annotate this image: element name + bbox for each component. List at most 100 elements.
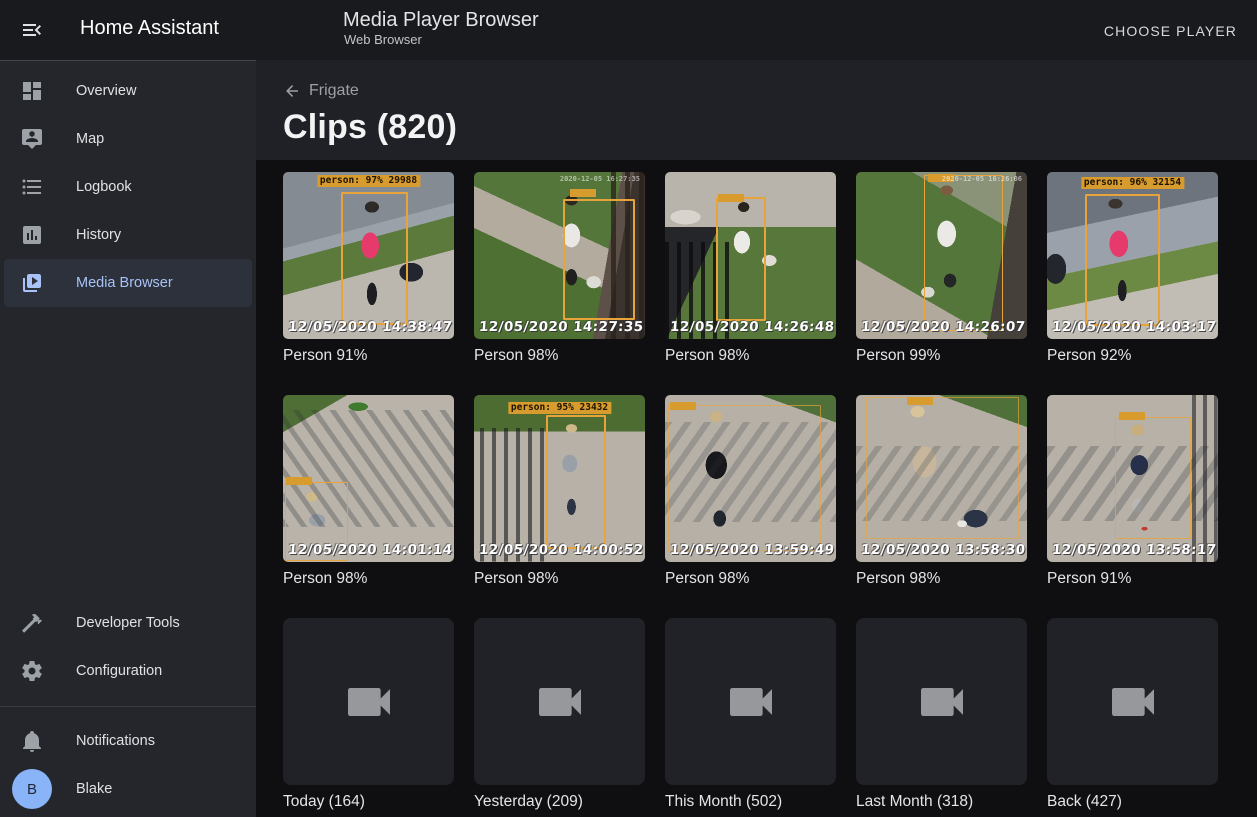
sidebar-item-configuration[interactable]: Configuration xyxy=(0,647,256,695)
folder-label: This Month (502) xyxy=(665,793,836,811)
page-title: Clips (820) xyxy=(283,108,457,147)
detection-label-chip: person: 97% 29988 xyxy=(317,175,420,187)
hammer-icon xyxy=(20,611,44,635)
folder-tile-today[interactable]: Today (164) xyxy=(283,618,454,811)
clip-thumbnail: 2020-12-05 16:26:06 12/05/2020 14:26:07 xyxy=(856,172,1027,339)
detection-label-chip xyxy=(570,189,596,197)
sidebar-item-logbook[interactable]: Logbook xyxy=(0,163,256,211)
clip-thumbnail: 12/05/2020 14:01:14 xyxy=(283,395,454,562)
clip-tile[interactable]: person: 96% 32154 12/05/2020 14:03:17 Pe… xyxy=(1047,172,1218,365)
sidebar-item-notifications[interactable]: Notifications xyxy=(0,717,256,765)
detection-label-chip xyxy=(670,402,696,410)
clip-tile[interactable]: person: 95% 23432 12/05/2020 14:00:52 Pe… xyxy=(474,395,645,588)
clip-thumbnail: 2020-12-05 16:27:35 12/05/2020 14:27:35 xyxy=(474,172,645,339)
clip-tile[interactable]: 12/05/2020 13:58:30 Person 98% xyxy=(856,395,1027,588)
detection-bounding-box xyxy=(341,192,408,325)
folder-tile-back[interactable]: Back (427) xyxy=(1047,618,1218,811)
sidebar-item-label: Configuration xyxy=(76,663,162,679)
folder-label: Yesterday (209) xyxy=(474,793,645,811)
clip-timestamp-overlay: 12/05/2020 14:00:52 xyxy=(478,542,644,558)
folder-thumbnail xyxy=(283,618,454,785)
clip-timestamp-overlay: 12/05/2020 13:58:30 xyxy=(860,542,1026,558)
detection-label-chip: person: 96% 32154 xyxy=(1081,177,1184,189)
breadcrumb-back-frigate[interactable]: Frigate xyxy=(283,82,359,100)
camera-osd-timestamp: 2020-12-05 16:26:06 xyxy=(942,175,1022,183)
detection-bounding-box xyxy=(866,397,1018,539)
clip-thumbnail: person: 95% 23432 12/05/2020 14:00:52 xyxy=(474,395,645,562)
clip-label: Person 98% xyxy=(665,570,836,588)
folder-tile-this-month[interactable]: This Month (502) xyxy=(665,618,836,811)
tooltip-account-icon xyxy=(20,127,44,151)
app-top-bar: Home Assistant Media Player Browser Web … xyxy=(0,0,1257,60)
menu-open-icon[interactable] xyxy=(20,18,44,42)
clip-thumbnail: 12/05/2020 14:26:48 xyxy=(665,172,836,339)
folder-label: Last Month (318) xyxy=(856,793,1027,811)
folder-thumbnail xyxy=(1047,618,1218,785)
clip-label: Person 91% xyxy=(1047,570,1218,588)
clip-tile[interactable]: 12/05/2020 14:01:14 Person 98% xyxy=(283,395,454,588)
detection-bounding-box xyxy=(563,199,635,320)
clip-tile[interactable]: 2020-12-05 16:26:06 12/05/2020 14:26:07 … xyxy=(856,172,1027,365)
clip-timestamp-overlay: 12/05/2020 14:38:47 xyxy=(287,319,453,335)
sidebar-item-map[interactable]: Map xyxy=(0,115,256,163)
sidebar-secondary-nav: Developer Tools Configuration xyxy=(0,599,256,695)
folder-thumbnail xyxy=(474,618,645,785)
video-camera-icon xyxy=(341,674,397,730)
detection-bounding-box xyxy=(716,197,766,321)
sidebar-item-developer-tools[interactable]: Developer Tools xyxy=(0,599,256,647)
folder-label: Back (427) xyxy=(1047,793,1218,811)
cog-icon xyxy=(20,659,44,683)
format-list-bulleted-icon xyxy=(20,175,44,199)
chart-box-icon xyxy=(20,223,44,247)
sidebar-item-media-browser[interactable]: Media Browser xyxy=(4,259,252,307)
detection-bounding-box xyxy=(546,415,606,549)
clip-tile[interactable]: 12/05/2020 13:58:17 Person 91% xyxy=(1047,395,1218,588)
clip-thumbnail: person: 96% 32154 12/05/2020 14:03:17 xyxy=(1047,172,1218,339)
clip-label: Person 98% xyxy=(283,570,454,588)
detection-label-chip xyxy=(286,477,312,485)
sidebar-item-label: History xyxy=(76,227,121,243)
page-subtitle: Web Browser xyxy=(344,32,422,47)
clip-label: Person 98% xyxy=(856,570,1027,588)
clip-timestamp-overlay: 12/05/2020 14:27:35 xyxy=(478,319,644,335)
clip-label: Person 91% xyxy=(283,347,454,365)
clip-tile[interactable]: person: 97% 29988 12/05/2020 14:38:47 Pe… xyxy=(283,172,454,365)
media-grid: person: 97% 29988 12/05/2020 14:38:47 Pe… xyxy=(283,172,1257,811)
clip-timestamp-overlay: 12/05/2020 14:26:48 xyxy=(669,319,835,335)
clip-thumbnail: 12/05/2020 13:58:30 xyxy=(856,395,1027,562)
sidebar-item-user-profile[interactable]: B Blake xyxy=(0,765,256,813)
sidebar-item-label: Notifications xyxy=(76,733,155,749)
breadcrumb-label: Frigate xyxy=(309,82,359,100)
sidebar-item-label: Media Browser xyxy=(76,275,173,291)
sidebar-divider xyxy=(0,706,256,707)
clip-label: Person 98% xyxy=(474,570,645,588)
clip-label: Person 99% xyxy=(856,347,1027,365)
clip-tile[interactable]: 2020-12-05 16:27:35 12/05/2020 14:27:35 … xyxy=(474,172,645,365)
sidebar-item-history[interactable]: History xyxy=(0,211,256,259)
video-camera-icon xyxy=(914,674,970,730)
folder-label: Today (164) xyxy=(283,793,454,811)
detection-bounding-box xyxy=(668,405,820,551)
clip-tile[interactable]: 12/05/2020 14:26:48 Person 98% xyxy=(665,172,836,365)
sidebar-footer: Notifications B Blake xyxy=(0,706,256,813)
app-title: Home Assistant xyxy=(80,17,219,40)
folder-tile-yesterday[interactable]: Yesterday (209) xyxy=(474,618,645,811)
sidebar-item-overview[interactable]: Overview xyxy=(0,67,256,115)
sidebar-item-label: Developer Tools xyxy=(76,615,180,631)
folder-tile-last-month[interactable]: Last Month (318) xyxy=(856,618,1027,811)
clip-tile[interactable]: 12/05/2020 13:59:49 Person 98% xyxy=(665,395,836,588)
clip-thumbnail: person: 97% 29988 12/05/2020 14:38:47 xyxy=(283,172,454,339)
folder-thumbnail xyxy=(856,618,1027,785)
clip-thumbnail: 12/05/2020 13:58:17 xyxy=(1047,395,1218,562)
clip-thumbnail: 12/05/2020 13:59:49 xyxy=(665,395,836,562)
detection-label-chip xyxy=(718,194,744,202)
bell-icon xyxy=(20,729,44,753)
video-camera-icon xyxy=(1105,674,1161,730)
view-dashboard-icon xyxy=(20,79,44,103)
clip-timestamp-overlay: 12/05/2020 14:03:17 xyxy=(1051,319,1217,335)
clip-timestamp-overlay: 12/05/2020 14:01:14 xyxy=(287,542,453,558)
choose-player-button[interactable]: CHOOSE PLAYER xyxy=(1096,18,1245,44)
video-camera-icon xyxy=(532,674,588,730)
avatar: B xyxy=(12,769,52,809)
clip-timestamp-overlay: 12/05/2020 13:58:17 xyxy=(1051,542,1217,558)
